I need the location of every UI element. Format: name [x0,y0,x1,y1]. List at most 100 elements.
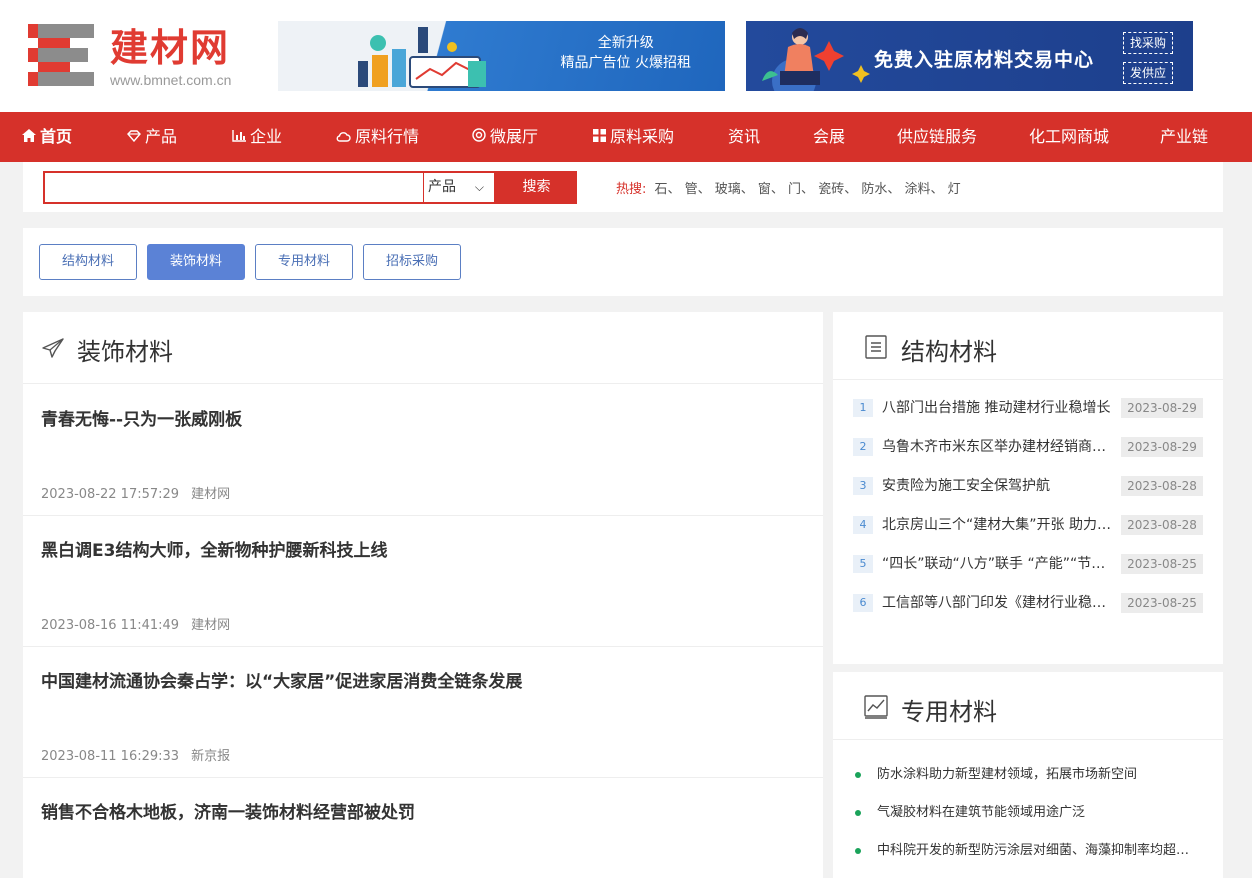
bullet-title[interactable]: 中科院开发的新型防污涂层对细菌、海藻抑制率均超过99% [877,840,1200,862]
ad-banner-upgrade[interactable]: 全新升级 精品广告位 火爆招租 [278,21,725,91]
article-item[interactable]: 中国建材流通协会秦占学：以“大家居”促进家居消费全链条发展 2023-08-11… [23,647,823,778]
rank-title[interactable]: 八部门出台措施 推动建材行业稳增长 [882,397,1112,419]
article-item[interactable]: 青春无悔--只为一张威刚板 2023-08-22 17:57:29 建材网 [23,385,823,516]
section-header: 装饰材料 [23,312,823,384]
nav-label: 产品 [145,127,178,146]
chevron-down-icon: ⌵ [474,180,484,194]
nav-label: 企业 [250,127,283,146]
hot-search-label: 热搜: [616,182,647,197]
tab-special-materials[interactable]: 专用材料 [255,244,353,280]
rank-number: 1 [853,399,873,417]
bullet-dot-icon [855,810,861,816]
ad-person-icon [762,28,870,91]
nav-item-chem-mall[interactable]: 化工网商城 [1029,112,1109,162]
article-item[interactable]: 黑白调E3结构大师，全新物种护腰新科技上线 2023-08-16 11:41:4… [23,516,823,647]
logo-name: 建材网 [110,26,231,70]
home-icon [22,129,36,142]
article-source: 建材网 [191,487,231,502]
line-chart-icon [864,695,888,719]
news-bullet-item[interactable]: 气凝胶材料在建筑节能领域用途广泛 [855,802,1200,824]
logo-mark-icon [28,24,94,86]
paper-plane-icon [42,338,64,358]
article-source: 建材网 [191,618,231,633]
tab-decorative-materials[interactable]: 装饰材料 [147,244,245,280]
side-section-header: 专用材料 [833,672,1223,740]
rank-title[interactable]: 安责险为施工安全保驾护航 [882,475,1112,497]
search-category-value: 产品 [428,179,456,195]
nav-item-supply-chain[interactable]: 供应链服务 [897,112,977,162]
hot-search-terms[interactable]: 石、 管、 玻璃、 窗、 门、 瓷砖、 防水、 涂料、 灯 [655,182,961,197]
ranked-news-item[interactable]: 2 乌鲁木齐市米东区举办建材经销商大会 2023-08-29 [853,436,1203,458]
category-tabs: 结构材料 装饰材料 专用材料 招标采购 [23,228,1223,296]
article-list-panel: 装饰材料 青春无悔--只为一张威刚板 2023-08-22 17:57:29 建材… [23,312,823,878]
find-purchase-button[interactable]: 找采购 [1123,32,1173,54]
nav-item-home[interactable]: 首页 [22,112,72,162]
post-supply-button[interactable]: 发供应 [1123,62,1173,84]
rank-date: 2023-08-25 [1121,554,1203,574]
tab-tender-procurement[interactable]: 招标采购 [363,244,461,280]
bullet-dot-icon [855,772,861,778]
nav-label: 微展厅 [490,127,539,146]
article-meta: 2023-08-16 11:41:49 建材网 [41,614,230,633]
ad-banner-upgrade-text: 全新升级 精品广告位 火爆招租 [561,33,691,73]
article-title[interactable]: 销售不合格木地板，济南一装饰材料经营部被处罚 [41,798,415,823]
rank-number: 5 [853,555,873,573]
site-header: 建材网 www.bmnet.com.cn 全新升级 精品广告位 火爆招租 免费入… [0,0,1252,112]
article-time: 2023-08-11 16:29:33 [41,749,180,764]
nav-item-material-prices[interactable]: 原料行情 [336,112,419,162]
nav-item-products[interactable]: 产品 [127,112,177,162]
nav-item-material-purchase[interactable]: 原料采购 [593,112,674,162]
nav-item-news[interactable]: 资讯 [728,112,760,162]
search-category-select[interactable]: 产品 ⌵ [423,171,496,204]
search-button[interactable]: 搜索 [496,171,577,204]
rank-date: 2023-08-28 [1121,476,1203,496]
side-section-title: 结构材料 [901,338,997,366]
document-list-icon [865,335,887,359]
search-input[interactable] [43,171,423,204]
rank-date: 2023-08-29 [1121,437,1203,457]
ad1-line2: 精品广告位 火爆招租 [560,55,691,71]
rank-number: 2 [853,438,873,456]
structural-materials-panel: 结构材料 1 八部门出台措施 推动建材行业稳增长 2023-08-29 2 乌鲁木齐市… [833,312,1223,664]
ranked-news-item[interactable]: 1 八部门出台措施 推动建材行业稳增长 2023-08-29 [853,397,1203,419]
ranked-news-item[interactable]: 3 安责险为施工安全保驾护航 2023-08-28 [853,475,1203,497]
rank-date: 2023-08-29 [1121,398,1203,418]
ad2-text: 免费入驻原材料交易中心 [874,49,1095,71]
article-title[interactable]: 青春无悔--只为一张威刚板 [41,405,242,430]
ranked-news-item[interactable]: 6 工信部等八部门印发《建材行业稳增长工作方案》 2023-08-25 [853,592,1203,614]
article-meta: 2023-08-22 17:57:29 建材网 [41,483,230,502]
nav-label: 原料行情 [355,127,420,146]
nav-item-industry-chain[interactable]: 产业链 [1160,112,1208,162]
ranked-news-item[interactable]: 5 “四长”联动“八方”联手 “产能”“节能”双提升 2023-08-25 [853,553,1203,575]
bullet-dot-icon [855,848,861,854]
article-item[interactable]: 销售不合格木地板，济南一装饰材料经营部被处罚 [23,778,823,878]
rank-number: 4 [853,516,873,534]
target-icon [472,128,486,142]
rank-title[interactable]: 乌鲁木齐市米东区举办建材经销商大会 [882,436,1112,458]
diamond-icon [127,130,141,142]
rank-number: 3 [853,477,873,495]
bullet-title[interactable]: 气凝胶材料在建筑节能领域用途广泛 [877,802,1200,824]
article-title[interactable]: 黑白调E3结构大师，全新物种护腰新科技上线 [41,536,387,561]
grid-icon [593,129,606,142]
search-bar: 产品 ⌵ 搜索 热搜: 石、 管、 玻璃、 窗、 门、 瓷砖、 防水、 涂料、 … [23,162,1223,212]
news-bullet-item[interactable]: 中科院开发的新型防污涂层对细菌、海藻抑制率均超过99% [855,840,1200,862]
site-logo[interactable]: 建材网 www.bmnet.com.cn [28,24,248,90]
ad-banner-join[interactable]: 免费入驻原材料交易中心 找采购 发供应 [746,21,1193,91]
bar-chart-icon [232,130,246,142]
rank-title[interactable]: 工信部等八部门印发《建材行业稳增长工作方案》 [882,592,1112,614]
section-title: 装饰材料 [77,338,173,366]
article-title[interactable]: 中国建材流通协会秦占学：以“大家居”促进家居消费全链条发展 [41,667,522,692]
tab-structural-materials[interactable]: 结构材料 [39,244,137,280]
nav-item-mini-showroom[interactable]: 微展厅 [472,112,538,162]
nav-item-companies[interactable]: 企业 [232,112,282,162]
bullet-title[interactable]: 防水涂料助力新型建材领域，拓展市场新空间 [877,764,1200,786]
rank-title[interactable]: 北京房山三个“建材大集”开张 助力灾后重建 [882,514,1112,536]
nav-item-exhibitions[interactable]: 会展 [813,112,845,162]
article-time: 2023-08-22 17:57:29 [41,487,180,502]
news-bullet-item[interactable]: 防水涂料助力新型建材领域，拓展市场新空间 [855,764,1200,786]
side-section-header: 结构材料 [833,312,1223,380]
rank-title[interactable]: “四长”联动“八方”联手 “产能”“节能”双提升 [882,553,1112,575]
ranked-news-item[interactable]: 4 北京房山三个“建材大集”开张 助力灾后重建 2023-08-28 [853,514,1203,536]
article-source: 新京报 [191,749,231,764]
